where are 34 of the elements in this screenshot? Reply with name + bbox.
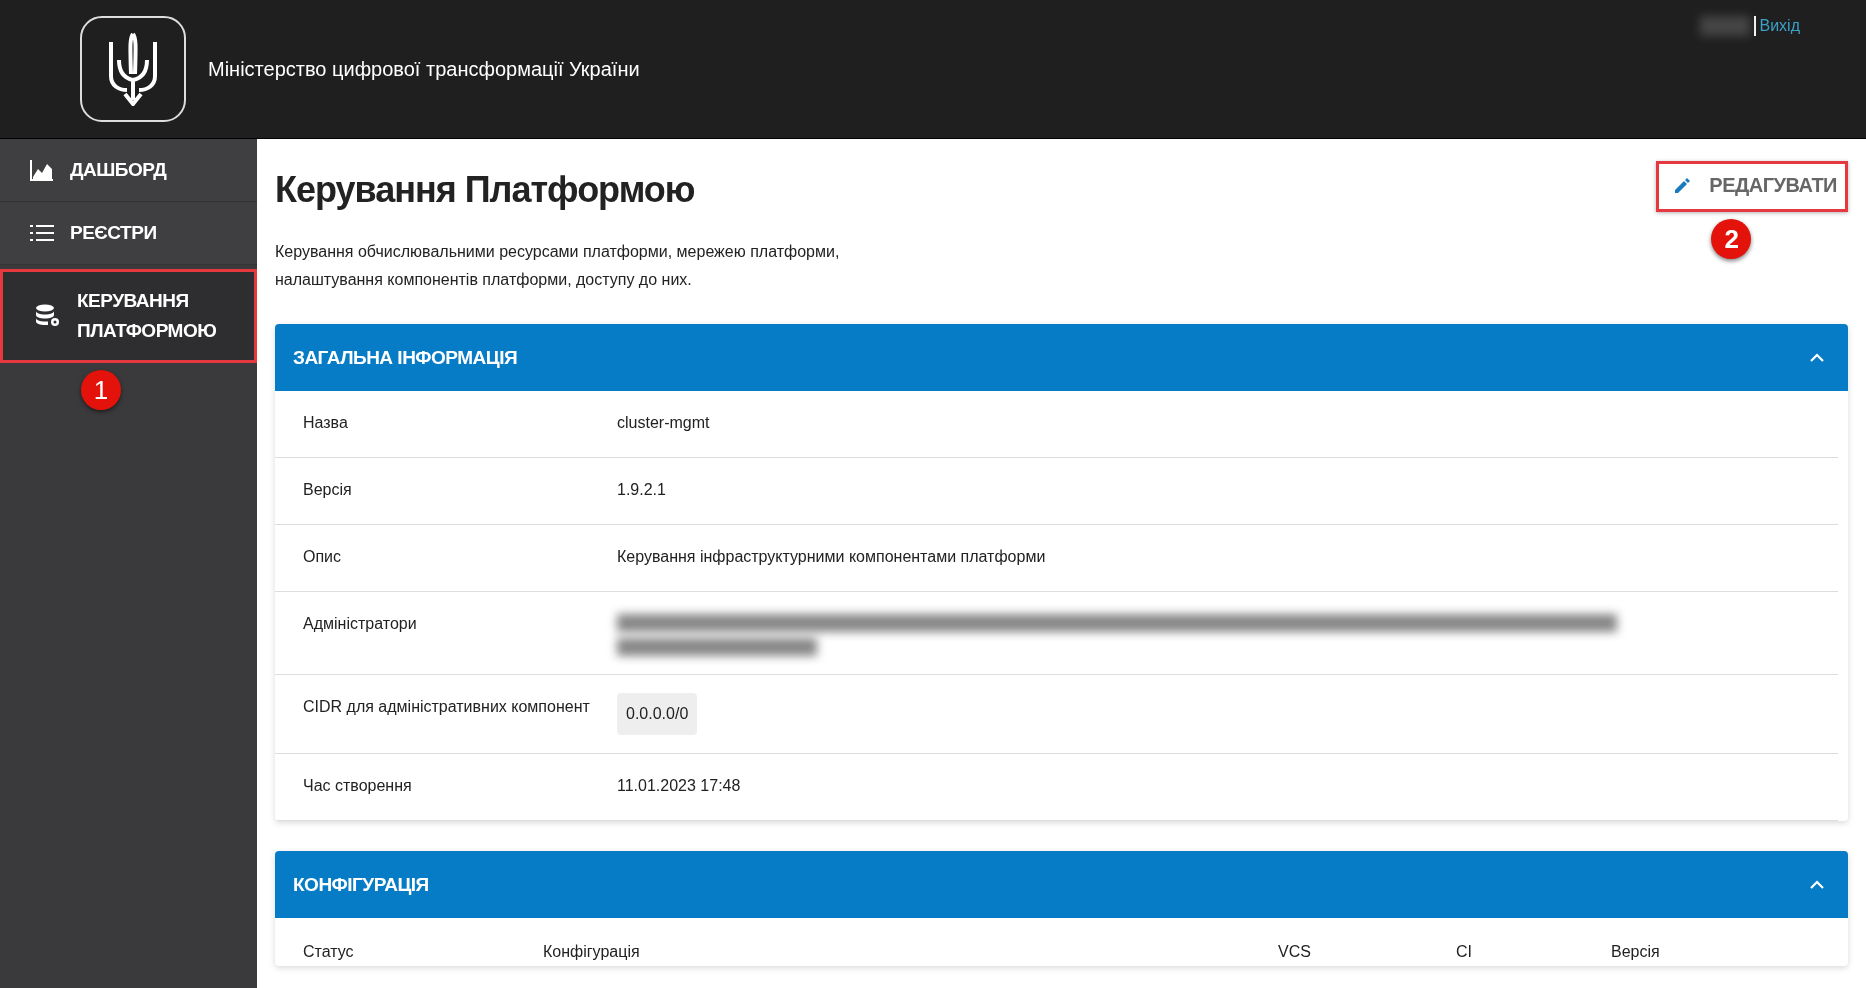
column-header: Конфігурація bbox=[543, 942, 641, 962]
page-title: Керування Платформою bbox=[275, 169, 695, 211]
ministry-title: Міністерство цифрової трансформації України bbox=[208, 57, 640, 81]
section-header[interactable]: ЗАГАЛЬНА ІНФОРМАЦІЯ bbox=[275, 324, 1848, 391]
database-gear-icon bbox=[35, 304, 61, 328]
field-value: 11.01.2023 17:48 bbox=[617, 776, 742, 796]
step-badge: 1 bbox=[81, 370, 121, 410]
field-label: Час створення bbox=[303, 776, 413, 796]
trident-logo[interactable] bbox=[80, 16, 186, 122]
section-header[interactable]: КОНФІГУРАЦІЯ bbox=[275, 851, 1848, 918]
cidr-chip: 0.0.0.0/0 bbox=[617, 693, 698, 735]
step-badge: 2 bbox=[1711, 219, 1752, 259]
chart-icon bbox=[30, 159, 54, 181]
field-label: Опис bbox=[303, 547, 343, 567]
field-label: CIDR для адміністративних компонент bbox=[303, 697, 591, 717]
pencil-icon bbox=[1673, 176, 1692, 195]
list-icon bbox=[30, 223, 54, 243]
redacted-username bbox=[1699, 16, 1750, 36]
field-label: Версія bbox=[303, 480, 353, 500]
column-header: Статус bbox=[303, 942, 355, 962]
column-header: VCS bbox=[1278, 942, 1312, 962]
sidebar-item[interactable]: РЕЄСТРИ bbox=[0, 202, 257, 265]
column-header: CI bbox=[1456, 942, 1473, 962]
field-label: Назва bbox=[303, 413, 349, 433]
column-header: Версія bbox=[1611, 942, 1661, 962]
field-value: 1.9.2.1 bbox=[617, 480, 667, 500]
field-value: cluster-mgmt bbox=[617, 413, 711, 433]
page-description: Керування обчислювальними ресурсами платформи, мережею платформи, налаштування компонентів платформи, доступу до них. bbox=[275, 242, 841, 290]
chevron-icon bbox=[1810, 880, 1824, 889]
field-value: Керування інфраструктурними компонентами платформи bbox=[617, 547, 1047, 567]
chevron-icon bbox=[1810, 353, 1824, 362]
sidebar-item[interactable]: ДАШБОРД bbox=[0, 139, 257, 202]
logout-link[interactable]: Вихід bbox=[1759, 17, 1800, 35]
field-label: Адміністратори bbox=[303, 614, 418, 634]
